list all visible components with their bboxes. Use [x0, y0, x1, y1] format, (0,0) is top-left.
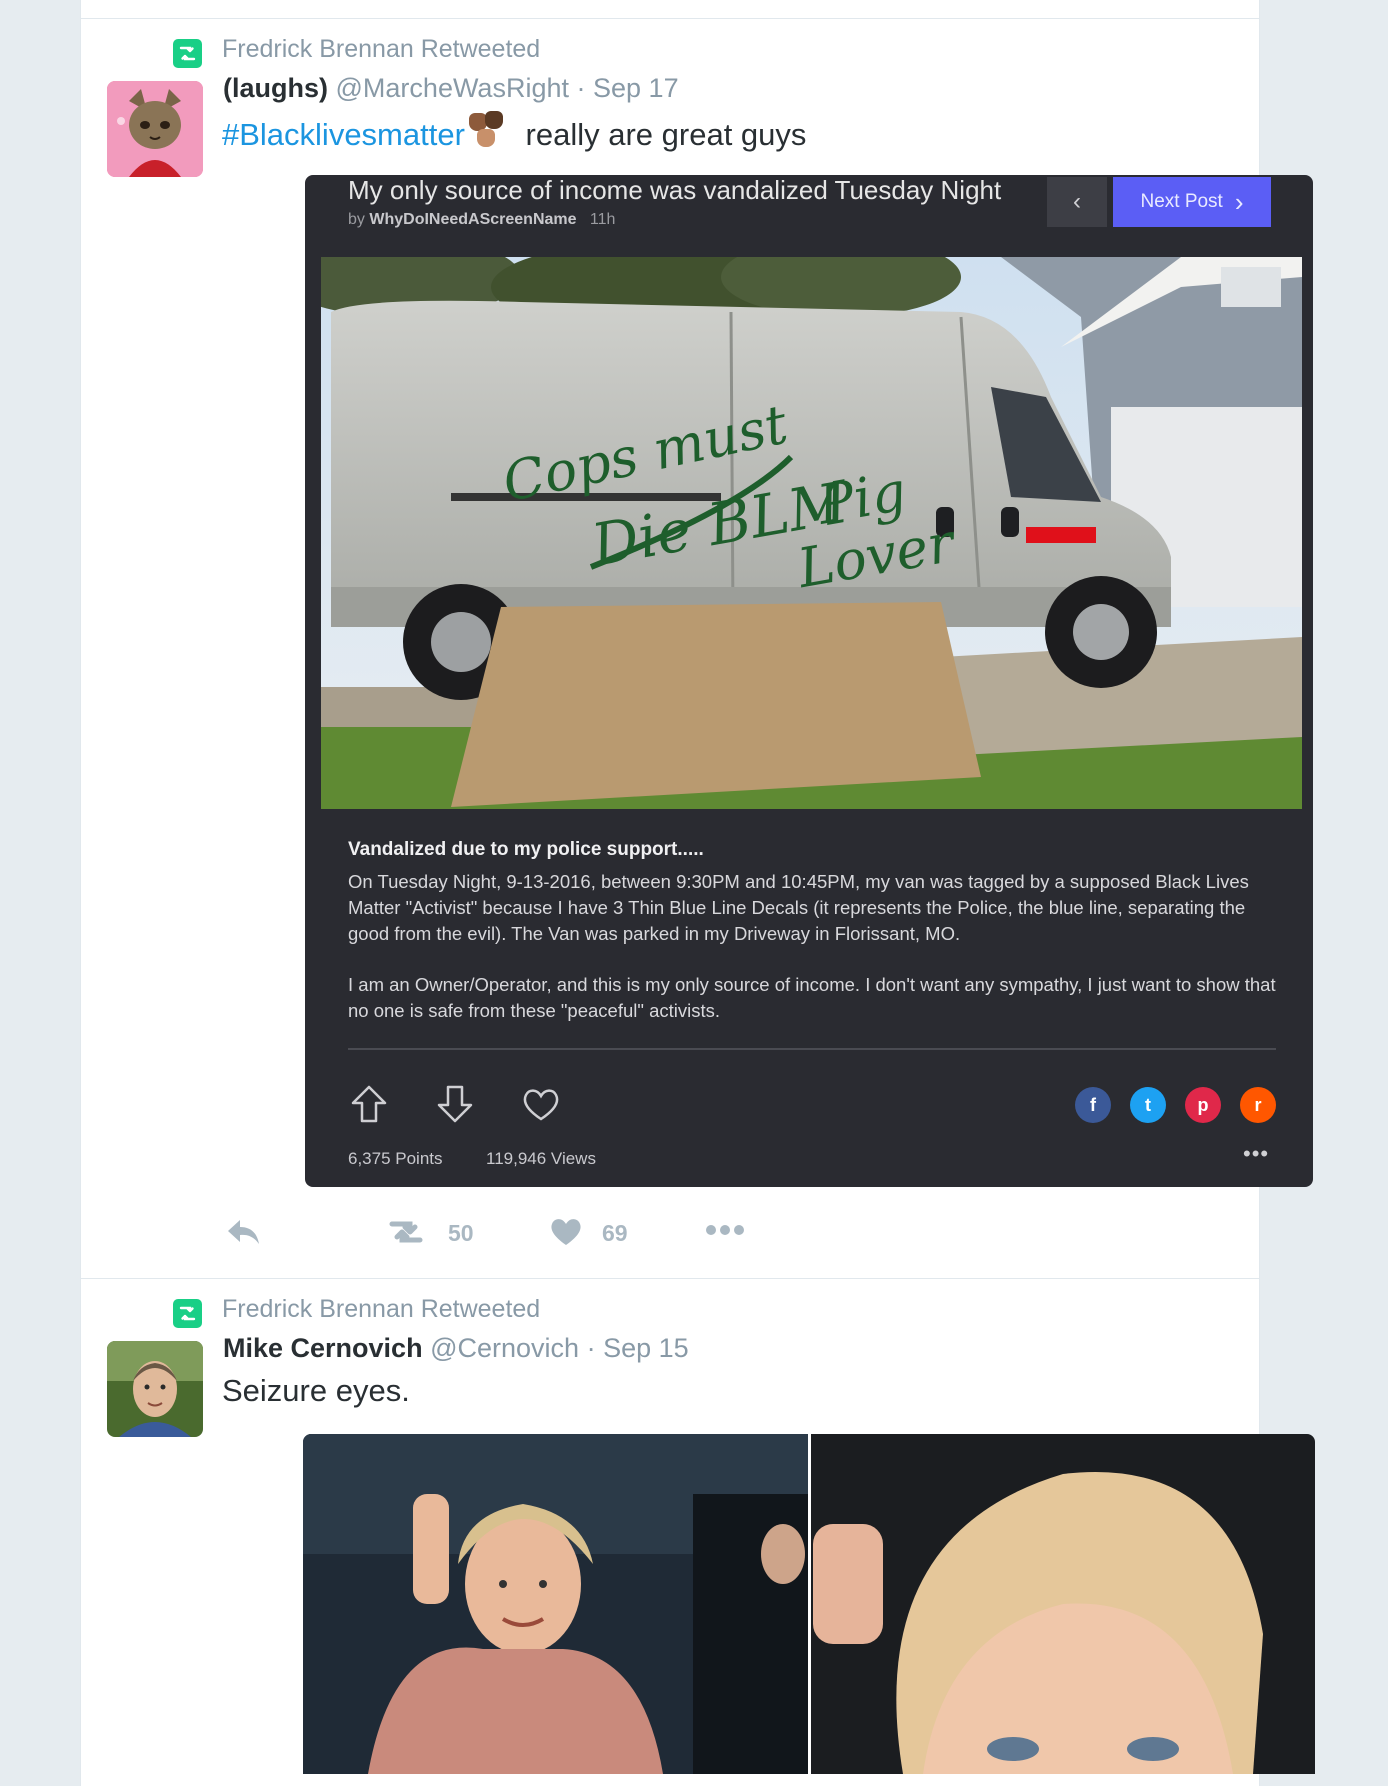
heart-icon[interactable] [520, 1083, 562, 1125]
media-card[interactable]: My only source of income was vandalized … [305, 175, 1313, 1187]
views-count: 119,946 Views [486, 1149, 596, 1168]
retweet-icon [173, 1299, 202, 1328]
facebook-icon[interactable]: f [1075, 1087, 1111, 1123]
card-heading: Vandalized due to my police support..... [348, 839, 704, 860]
card-paragraph: On Tuesday Night, 9-13-2016, between 9:3… [348, 871, 1249, 944]
hashtag-link[interactable]: #Blacklivesmatter [222, 117, 465, 152]
van-photo[interactable]: Cops must Die BLM Pig Lover [321, 257, 1302, 809]
fullname[interactable]: (laughs) [223, 73, 328, 103]
tweet-header: (laughs) @MarcheWasRight · Sep 17 [223, 73, 679, 104]
twitter-icon[interactable]: t [1130, 1087, 1166, 1123]
retweet-count[interactable]: 50 [448, 1220, 474, 1247]
more-options-icon[interactable]: ••• [1243, 1141, 1269, 1167]
separator: · [576, 73, 586, 103]
pinterest-icon[interactable]: p [1185, 1087, 1221, 1123]
downvote-icon[interactable] [434, 1083, 476, 1125]
reddit-icon[interactable]: r [1240, 1087, 1276, 1123]
timestamp[interactable]: Sep 17 [593, 73, 679, 103]
timeline-stream: Fredrick Brennan Retweeted (laughs) @Mar… [80, 0, 1315, 1786]
tweet-divider [81, 18, 1259, 19]
tweet-header: Mike Cernovich @Cernovich · Sep 15 [223, 1333, 689, 1364]
card-age: 11h [589, 211, 616, 228]
card-paragraph: I am an Owner/Operator, and this is my o… [348, 974, 1276, 1021]
tweet-body: really are great guys [525, 117, 807, 152]
retweet-icon [173, 39, 202, 68]
tweet-text: #Blacklivesmatter really are great guys [222, 111, 806, 153]
retweet-context[interactable]: Fredrick Brennan Retweeted [222, 1295, 540, 1324]
retweet-context[interactable]: Fredrick Brennan Retweeted [222, 35, 540, 64]
points-count: 6,375 Points [348, 1149, 443, 1168]
card-byline: by WhyDoINeedAScreenName 11h [348, 211, 616, 228]
timestamp[interactable]: Sep 15 [603, 1333, 689, 1363]
chevron-right-icon: › [1234, 186, 1244, 217]
separator: · [586, 1333, 596, 1363]
card-author: WhyDoINeedAScreenName [369, 211, 577, 228]
fullname[interactable]: Mike Cernovich [223, 1333, 423, 1363]
username[interactable]: @Cernovich [430, 1333, 579, 1363]
card-title: My only source of income was vandalized … [348, 175, 1002, 205]
reply-button[interactable] [226, 1218, 262, 1251]
tweet-photo-grid[interactable] [303, 1434, 1315, 1774]
tweet-divider [81, 1278, 1259, 1279]
upvote-icon[interactable] [348, 1083, 390, 1125]
tweet-text: Seizure eyes. [222, 1373, 410, 1408]
card-divider [348, 1048, 1276, 1050]
username[interactable]: @MarcheWasRight [336, 73, 569, 103]
retweet-button[interactable] [386, 1218, 426, 1251]
next-post-button[interactable]: Next Post › [1113, 177, 1271, 227]
avatar[interactable] [107, 1341, 203, 1437]
raised-fists-emoji [465, 111, 509, 151]
more-icon[interactable] [704, 1222, 746, 1243]
chevron-left-icon: ‹ [1073, 188, 1081, 215]
avatar[interactable] [107, 81, 203, 177]
like-button[interactable] [550, 1216, 582, 1251]
previous-post-button[interactable]: ‹ [1047, 177, 1107, 227]
like-count[interactable]: 69 [602, 1220, 628, 1247]
